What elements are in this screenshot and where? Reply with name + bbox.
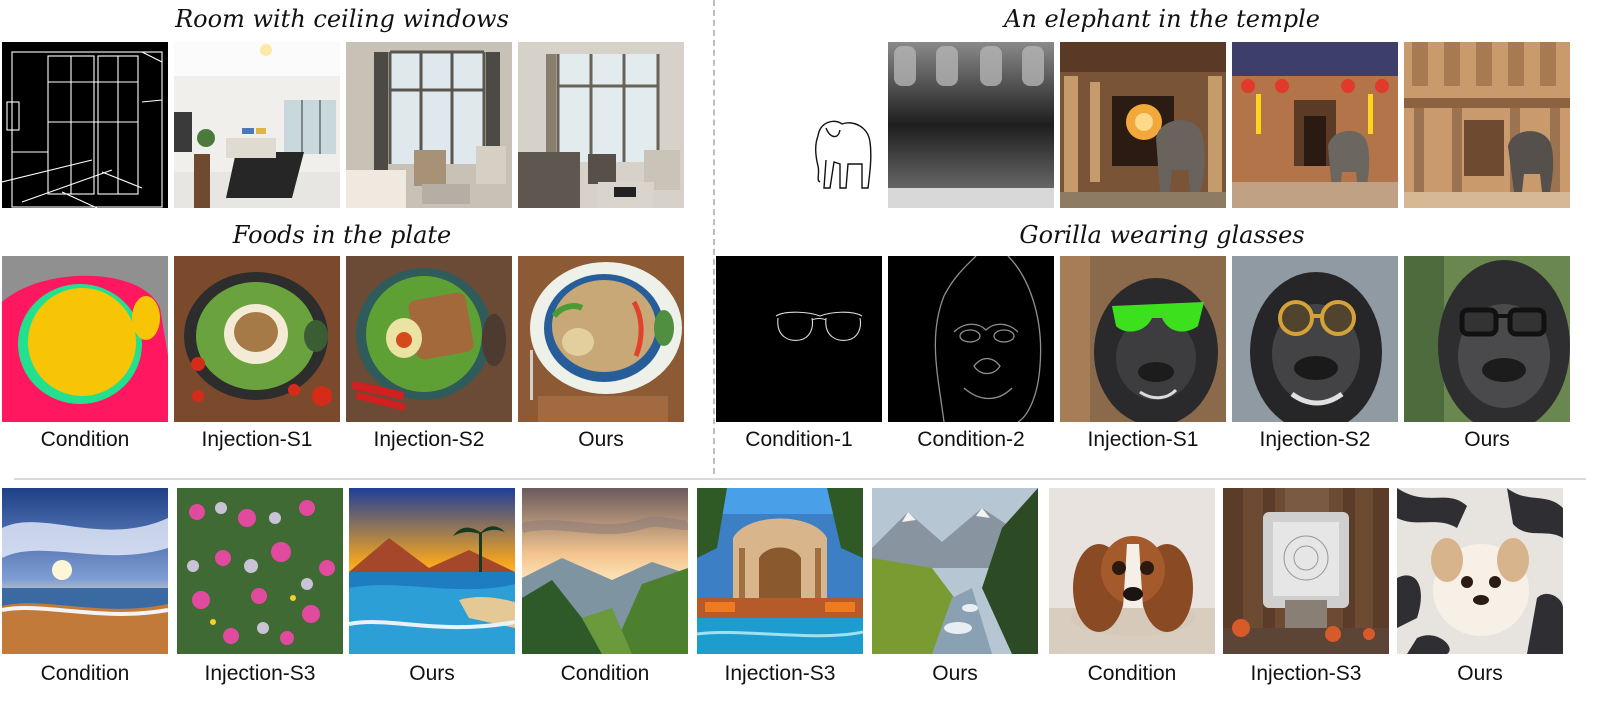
label-bottom-injection-s3-1: Injection-S3 xyxy=(204,662,316,685)
room-ours xyxy=(518,42,684,208)
label-bottom-condition-1: Condition xyxy=(40,662,130,685)
elephant-injection-s1 xyxy=(1060,42,1226,208)
food-injection-s1 xyxy=(174,256,340,422)
label-gorilla-injection-s1: Injection-S1 xyxy=(1087,428,1199,451)
beach-sunset-condition xyxy=(2,488,168,654)
gorilla-edge-map xyxy=(888,256,1054,422)
mountain-valley-condition xyxy=(522,488,688,654)
label-bottom-condition-2: Condition xyxy=(560,662,650,685)
label-condition-2: Condition-2 xyxy=(917,428,1025,451)
room-canny-edge-map xyxy=(2,42,168,208)
horizontal-divider xyxy=(14,478,1586,480)
gorilla-injection-s1 xyxy=(1060,256,1226,422)
elephant-injection-s2 xyxy=(1232,42,1398,208)
label-bottom-ours-1: Ours xyxy=(409,662,455,685)
title-foods: Foods in the plate xyxy=(232,221,452,249)
watch-injection-s3 xyxy=(1223,488,1389,654)
flowers-injection-s3 xyxy=(177,488,343,654)
label-condition-1: Condition-1 xyxy=(745,428,853,451)
label-room-injection-s1: Injection-S1 xyxy=(201,428,313,451)
resort-pool-injection-s3 xyxy=(697,488,863,654)
puppy-condition xyxy=(1049,488,1215,654)
label-gorilla-injection-s2: Injection-S2 xyxy=(1259,428,1371,451)
elephant-depth-map xyxy=(888,42,1054,208)
label-bottom-injection-s3-3: Injection-S3 xyxy=(1250,662,1362,685)
elephant-ours xyxy=(1404,42,1570,208)
mountain-river-ours xyxy=(872,488,1038,654)
gorilla-ours xyxy=(1404,256,1570,422)
title-gorilla: Gorilla wearing glasses xyxy=(1019,221,1305,249)
label-room-injection-s2: Injection-S2 xyxy=(373,428,485,451)
label-bottom-injection-s3-2: Injection-S3 xyxy=(724,662,836,685)
label-bottom-ours-2: Ours xyxy=(932,662,978,685)
vertical-divider xyxy=(713,0,715,474)
food-ours xyxy=(518,256,684,422)
elephant-sketch xyxy=(716,42,882,208)
title-elephant: An elephant in the temple xyxy=(1004,5,1320,33)
room-injection-s1 xyxy=(174,42,340,208)
label-room-condition: Condition xyxy=(40,428,130,451)
glasses-sketch xyxy=(716,256,882,422)
gorilla-injection-s2 xyxy=(1232,256,1398,422)
food-segmentation-map xyxy=(2,256,168,422)
label-bottom-condition-3: Condition xyxy=(1087,662,1177,685)
tropical-beach-ours xyxy=(349,488,515,654)
fluffy-puppy-ours xyxy=(1397,488,1563,654)
label-gorilla-ours: Ours xyxy=(1464,428,1510,451)
label-bottom-ours-3: Ours xyxy=(1457,662,1503,685)
title-room: Room with ceiling windows xyxy=(175,5,509,33)
label-room-ours: Ours xyxy=(578,428,624,451)
room-injection-s2 xyxy=(346,42,512,208)
food-injection-s2 xyxy=(346,256,512,422)
